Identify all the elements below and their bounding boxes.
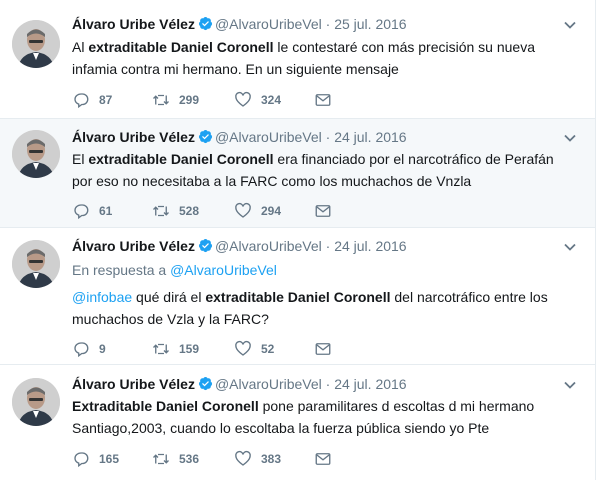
author-handle[interactable]: @AlvaroUribeVel bbox=[215, 376, 322, 392]
author-name[interactable]: Álvaro Uribe Vélez bbox=[72, 16, 195, 32]
retweet-count: 299 bbox=[179, 93, 200, 107]
author-handle[interactable]: @AlvaroUribeVel bbox=[215, 129, 322, 145]
retweet-button[interactable]: 528 bbox=[152, 201, 199, 221]
tweet-date[interactable]: 24 jul. 2016 bbox=[334, 238, 406, 254]
dm-button[interactable] bbox=[314, 201, 341, 221]
tweet-header: Álvaro Uribe Vélez @AlvaroUribeVel · 25 j… bbox=[72, 14, 407, 34]
like-count: 324 bbox=[261, 93, 282, 107]
tweet[interactable]: Álvaro Uribe Vélez @AlvaroUribeVel · 24 j… bbox=[0, 228, 595, 365]
verified-badge-icon bbox=[198, 376, 212, 391]
chevron-down-icon[interactable] bbox=[563, 240, 577, 254]
dm-envelope-icon bbox=[315, 453, 331, 465]
tweet-text: @infobae qué dirá el extraditable Daniel… bbox=[72, 286, 562, 330]
dm-envelope-icon bbox=[315, 343, 331, 355]
retweet-icon bbox=[153, 205, 169, 217]
tweet-header: Álvaro Uribe Vélez @AlvaroUribeVel · 24 j… bbox=[72, 236, 407, 256]
dm-button[interactable] bbox=[314, 339, 341, 359]
like-count: 383 bbox=[261, 452, 282, 466]
like-icon bbox=[235, 340, 251, 356]
like-button[interactable]: 294 bbox=[234, 201, 281, 221]
dm-envelope-icon bbox=[315, 94, 331, 106]
reply-icon bbox=[74, 342, 89, 358]
like-icon bbox=[235, 202, 251, 218]
mention-link[interactable]: @infobae bbox=[72, 289, 132, 305]
reply-target-link[interactable]: @AlvaroUribeVel bbox=[170, 262, 277, 278]
text-part: El bbox=[72, 151, 89, 167]
retweet-icon bbox=[153, 343, 169, 355]
retweet-button[interactable]: 299 bbox=[152, 90, 199, 110]
avatar[interactable] bbox=[12, 378, 60, 426]
reply-prefix: En respuesta a bbox=[72, 262, 171, 278]
tweet-text: El extraditable Daniel Coronell era fina… bbox=[72, 148, 562, 192]
reply-icon bbox=[74, 93, 89, 109]
tweet[interactable]: Álvaro Uribe Vélez @AlvaroUribeVel · 25 j… bbox=[0, 0, 595, 119]
like-count: 294 bbox=[261, 204, 282, 218]
reply-context: En respuesta a @AlvaroUribeVel bbox=[72, 260, 277, 280]
reply-button[interactable]: 87 bbox=[72, 90, 112, 110]
text-part: qué dirá el bbox=[132, 289, 206, 305]
reply-button[interactable]: 9 bbox=[72, 339, 106, 359]
tweet-date[interactable]: 25 jul. 2016 bbox=[334, 16, 406, 32]
text-bold: Extraditable Daniel Coronell bbox=[72, 398, 259, 414]
tweet-header: Álvaro Uribe Vélez @AlvaroUribeVel · 24 j… bbox=[72, 127, 407, 147]
verified-badge-icon bbox=[198, 16, 212, 31]
retweet-icon bbox=[153, 453, 169, 465]
author-handle[interactable]: @AlvaroUribeVel bbox=[215, 16, 322, 32]
like-button[interactable]: 324 bbox=[234, 90, 281, 110]
timeline: Álvaro Uribe Vélez @AlvaroUribeVel · 25 j… bbox=[0, 0, 596, 480]
chevron-down-icon[interactable] bbox=[563, 131, 577, 145]
tweet-text: Al extraditable Daniel Coronell le conte… bbox=[72, 36, 562, 80]
dm-envelope-icon bbox=[315, 205, 331, 217]
dm-button[interactable] bbox=[314, 449, 341, 469]
reply-count: 165 bbox=[99, 452, 120, 466]
separator-dot: · bbox=[325, 129, 331, 145]
tweet-header: Álvaro Uribe Vélez @AlvaroUribeVel · 24 j… bbox=[72, 374, 407, 394]
retweet-count: 536 bbox=[179, 452, 200, 466]
like-button[interactable]: 383 bbox=[234, 449, 281, 469]
author-name[interactable]: Álvaro Uribe Vélez bbox=[72, 238, 195, 254]
like-icon bbox=[235, 450, 251, 466]
like-icon bbox=[235, 91, 251, 107]
retweet-button[interactable]: 159 bbox=[152, 339, 199, 359]
separator-dot: · bbox=[325, 238, 331, 254]
tweet[interactable]: Álvaro Uribe Vélez @AlvaroUribeVel · 24 j… bbox=[0, 365, 595, 480]
reply-icon bbox=[74, 452, 89, 468]
author-handle[interactable]: @AlvaroUribeVel bbox=[215, 238, 322, 254]
avatar[interactable] bbox=[12, 130, 60, 178]
tweet-date[interactable]: 24 jul. 2016 bbox=[334, 129, 406, 145]
separator-dot: · bbox=[325, 16, 331, 32]
retweet-count: 159 bbox=[179, 342, 200, 356]
text-bold: extraditable Daniel Coronell bbox=[88, 39, 274, 55]
reply-button[interactable]: 165 bbox=[72, 449, 119, 469]
like-count: 52 bbox=[261, 342, 275, 356]
author-name[interactable]: Álvaro Uribe Vélez bbox=[72, 376, 195, 392]
avatar[interactable] bbox=[12, 240, 60, 288]
dm-button[interactable] bbox=[314, 90, 341, 110]
reply-icon bbox=[74, 204, 89, 220]
chevron-down-icon[interactable] bbox=[563, 378, 577, 392]
reply-count: 61 bbox=[99, 204, 113, 218]
tweet-text: Extraditable Daniel Coronell pone parami… bbox=[72, 395, 562, 439]
chevron-down-icon[interactable] bbox=[563, 18, 577, 32]
verified-badge-icon bbox=[198, 238, 212, 253]
avatar[interactable] bbox=[12, 20, 60, 68]
reply-count: 87 bbox=[99, 93, 113, 107]
reply-count: 9 bbox=[99, 342, 106, 356]
author-name[interactable]: Álvaro Uribe Vélez bbox=[72, 129, 195, 145]
separator-dot: · bbox=[325, 376, 331, 392]
retweet-button[interactable]: 536 bbox=[152, 449, 199, 469]
tweet-date[interactable]: 24 jul. 2016 bbox=[334, 376, 406, 392]
like-button[interactable]: 52 bbox=[234, 339, 274, 359]
text-bold: extraditable Daniel Coronell bbox=[205, 289, 391, 305]
verified-badge-icon bbox=[198, 129, 212, 144]
text-bold: extraditable Daniel Coronell bbox=[88, 151, 274, 167]
retweet-icon bbox=[153, 94, 169, 106]
reply-button[interactable]: 61 bbox=[72, 201, 112, 221]
tweet[interactable]: Álvaro Uribe Vélez @AlvaroUribeVel · 24 j… bbox=[0, 119, 595, 228]
text-part: Al bbox=[72, 39, 89, 55]
retweet-count: 528 bbox=[179, 204, 200, 218]
